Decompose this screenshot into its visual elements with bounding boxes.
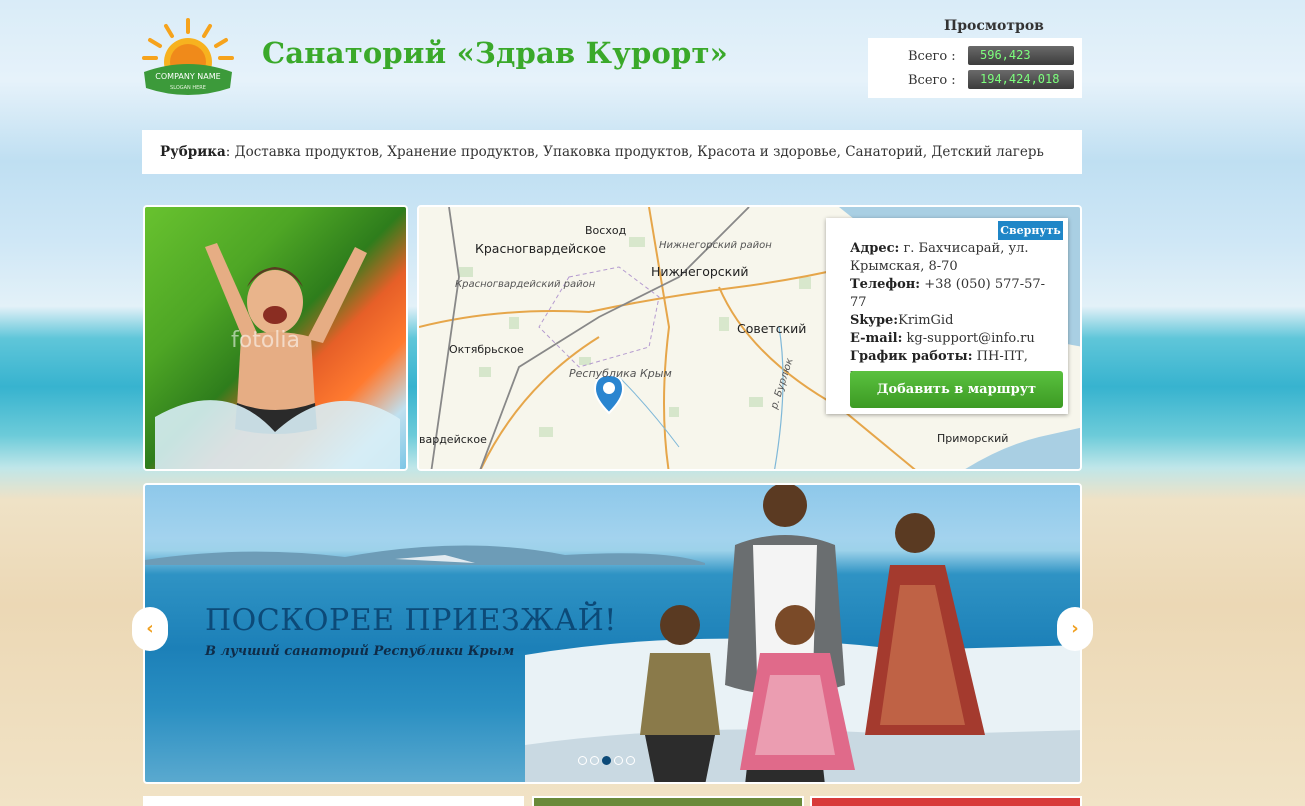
address-line: Адрес: г. Бахчисарай, ул. Крымская, 8-70: [850, 240, 1055, 276]
map-label-sovetsky: Советский: [737, 321, 807, 336]
views-count: 596,423: [968, 46, 1074, 65]
map-label-voskhod: Восход: [585, 224, 627, 237]
contact-details: Адрес: г. Бахчисарай, ул. Крымская, 8-70…: [850, 240, 1055, 384]
skype-label: Skype:: [850, 313, 899, 328]
phone-label: Телефон:: [850, 277, 921, 292]
views-count: 194,424,018: [968, 70, 1074, 89]
logo-text: COMPANY NAME: [155, 72, 220, 81]
slide-title: ПОСКОРЕЕ ПРИЕЗЖАЙ!: [205, 603, 617, 638]
contact-card: Свернуть Адрес: г. Бахчисарай, ул. Крымс…: [826, 218, 1068, 414]
company-logo[interactable]: COMPANY NAME SLOGAN HERE: [142, 16, 234, 98]
map-label-nizhnegorsky-rayon: Нижнегорский район: [659, 240, 772, 251]
slider-dot[interactable]: [578, 756, 587, 765]
slider-dot[interactable]: [626, 756, 635, 765]
views-label: Всего :: [908, 73, 956, 88]
map-label-primorsky: Приморский: [937, 432, 1009, 445]
collapse-button[interactable]: Свернуть: [998, 221, 1063, 240]
skype-line: Skype:KrimGid: [850, 312, 1055, 330]
rubric-categories[interactable]: : Доставка продуктов, Хранение продуктов…: [226, 144, 1044, 160]
views-label: Всего :: [908, 49, 956, 64]
promo-slider: ПОСКОРЕЕ ПРИЕЗЖАЙ! В лучший санаторий Ре…: [143, 483, 1082, 784]
slider-dot[interactable]: [614, 756, 623, 765]
map-label-nizhnegorsky: Нижнегорский: [651, 264, 749, 279]
address-label: Адрес:: [850, 241, 900, 256]
bottom-block-1: [143, 796, 524, 806]
email-label: E-mail:: [850, 331, 903, 346]
hours-label: График работы:: [850, 349, 973, 364]
rubric-bar: Рубрика: Доставка продуктов, Хранение пр…: [142, 130, 1082, 174]
slider-dot-active[interactable]: [602, 756, 611, 765]
bottom-block-3: [810, 796, 1082, 806]
add-to-route-button[interactable]: Добавить в маршрут: [850, 371, 1063, 408]
rubric-label: Рубрика: [160, 144, 226, 160]
boy-photo[interactable]: fotolia: [143, 205, 408, 471]
email-line: E-mail: kg-support@info.ru: [850, 330, 1055, 348]
email-value[interactable]: kg-support@info.ru: [902, 331, 1035, 346]
map-label-oktyabrskoe: Октябрьское: [449, 343, 524, 356]
logo-slogan: SLOGAN HERE: [170, 85, 206, 91]
map-label-krasnogvardeysky-rayon: Красногвардейский район: [455, 279, 596, 290]
views-heading: Просмотров: [944, 18, 1044, 34]
map-label-gvardeyskoe: вардейское: [419, 433, 487, 446]
slider-dot[interactable]: [590, 756, 599, 765]
skype-value: KrimGid: [898, 313, 954, 328]
site-title: Санаторий «Здрав Курорт»: [262, 36, 729, 70]
photo-watermark: fotolia: [231, 328, 300, 353]
slide-subtitle: В лучший санаторий Республики Крым: [205, 644, 515, 659]
slider-prev-arrow-icon[interactable]: ‹: [132, 607, 168, 651]
map-label-krasnogvardeyskoe: Красногвардейское: [475, 241, 606, 256]
views-counter: Всего : 596,423 Всего : 194,424,018: [868, 38, 1082, 98]
map-label-region: Республика Крым: [569, 367, 672, 380]
slider-next-arrow-icon[interactable]: ›: [1057, 607, 1093, 651]
slider-pagination: [578, 750, 638, 769]
bottom-block-2: [532, 796, 804, 806]
views-row: Всего : 194,424,018: [868, 70, 1082, 92]
views-row: Всего : 596,423: [868, 46, 1082, 68]
phone-line: Телефон: +38 (050) 577-57-77: [850, 276, 1055, 312]
